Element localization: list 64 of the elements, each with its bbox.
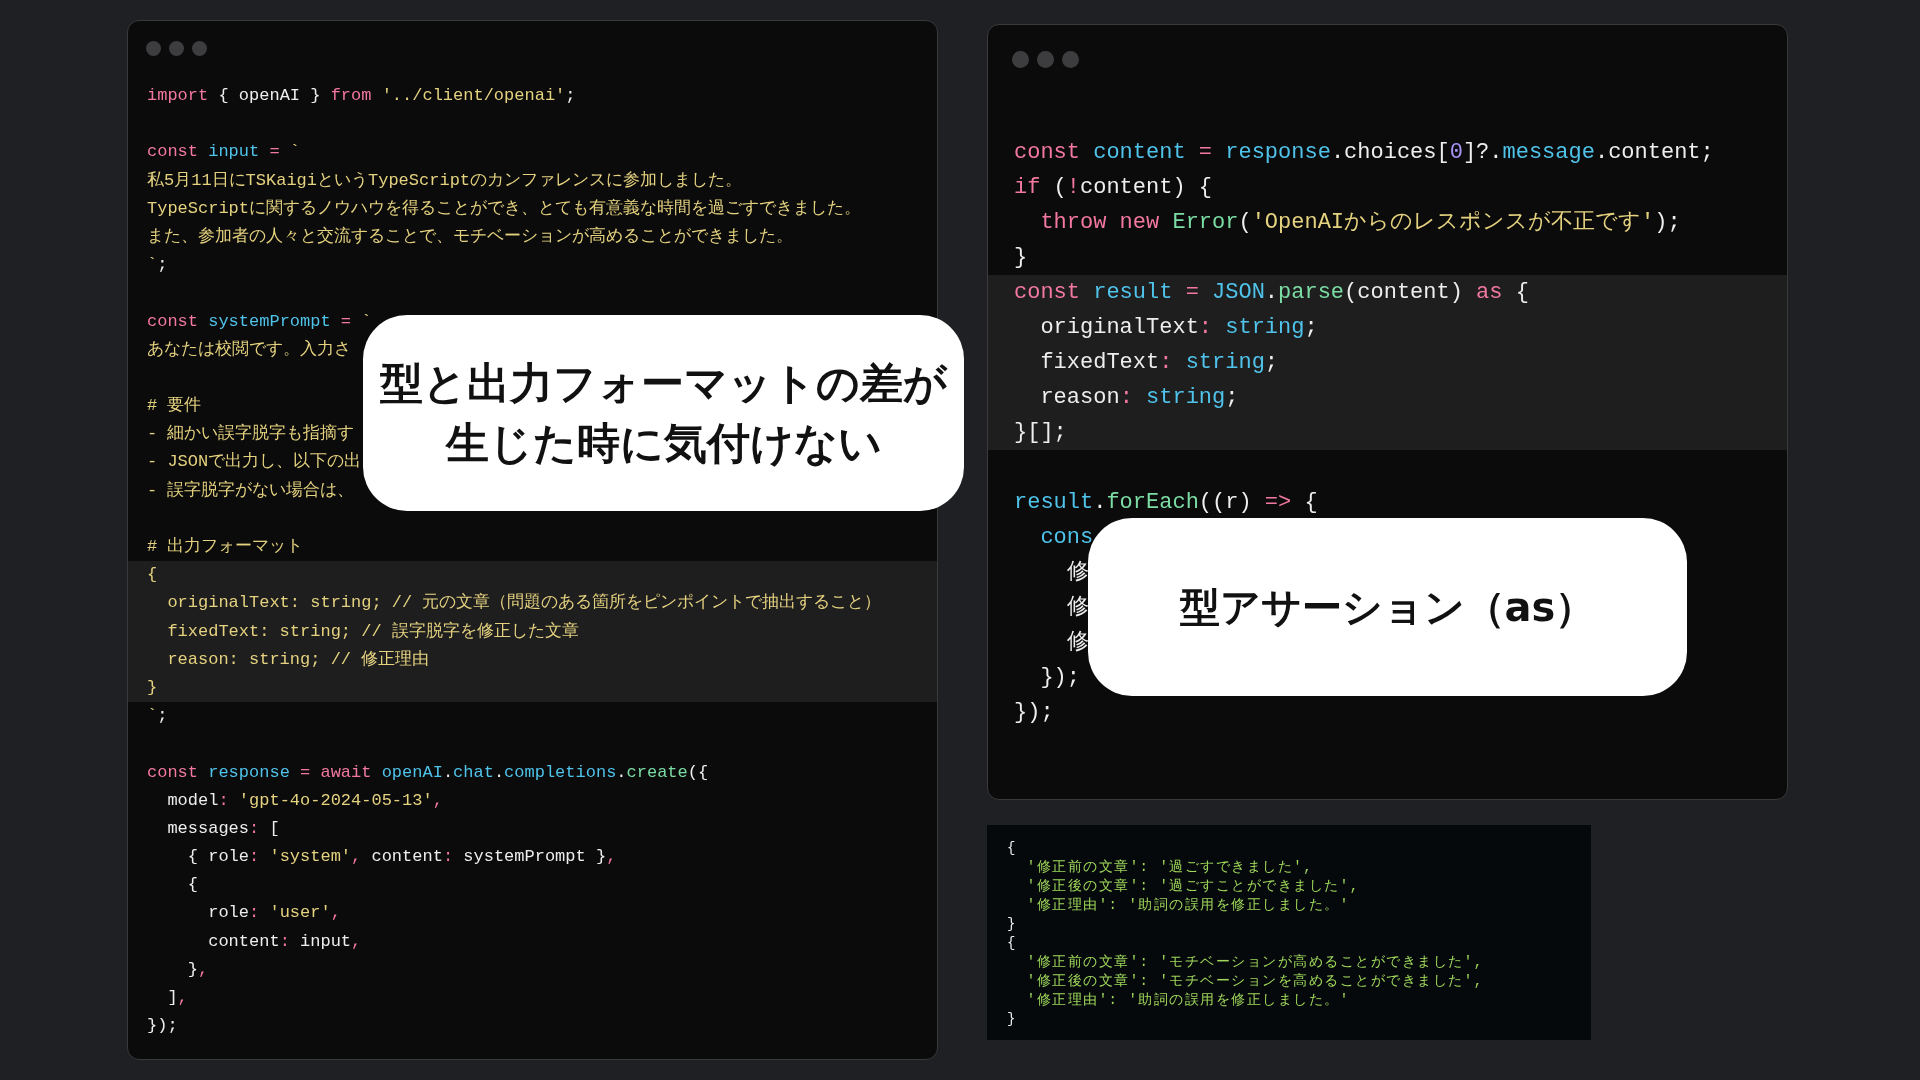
code-line: const result = JSON.parse(content) as { xyxy=(1014,279,1529,307)
code-line: '修正理由': '助詞の誤用を修正しました。' xyxy=(1025,896,1350,915)
code-line: 修 xyxy=(1065,629,1089,657)
code-line: '修正後の文章': '過ごすことができました', xyxy=(1025,877,1360,896)
code-line: { xyxy=(186,874,198,897)
code-line: # 要件 xyxy=(147,395,202,418)
code-line: messages: [ xyxy=(166,817,280,840)
code-line: } xyxy=(1007,915,1017,934)
code-line: } xyxy=(147,676,158,699)
code-line: { role: 'system', content: systemPrompt }, xyxy=(186,846,617,869)
code-line: }); xyxy=(1039,664,1080,692)
window-dot xyxy=(1037,51,1054,68)
code-line: '修正理由': '助詞の誤用を修正しました。' xyxy=(1025,991,1350,1010)
code-line: 私5月11日にTSKaigiというTypeScriptのカンファレンスに参加しました。 xyxy=(147,169,743,192)
code-line: fixedText: string; // 誤字脱字を修正した文章 xyxy=(166,620,579,643)
code-line: '修正後の文章': 'モチベーションを高めることができました', xyxy=(1025,972,1484,991)
code-line: - JSONで出力し、以下の出 xyxy=(147,451,362,474)
code-line: { xyxy=(147,564,158,587)
code-line: 修 xyxy=(1065,594,1089,622)
window-dot xyxy=(146,41,161,56)
code-line: throw new Error('OpenAIからのレスポンスが不正です'); xyxy=(1039,209,1681,237)
code-line: TypeScriptに関するノウハウを得ることができ、とても有意義な時間を過ごすできました。 xyxy=(147,197,862,220)
code-line: また、参加者の人々と交流することで、モチベーションが高めることができました。 xyxy=(147,225,793,248)
code-line: const systemPrompt = ` xyxy=(147,310,372,333)
code-line: `; xyxy=(147,705,168,728)
code-line: 修 xyxy=(1065,559,1089,587)
code-line: } xyxy=(1007,1010,1017,1029)
code-line: result.forEach((r) => { xyxy=(1014,489,1318,517)
code-line: model: 'gpt-4o-2024-05-13', xyxy=(166,789,443,812)
window-dot xyxy=(169,41,184,56)
window-dot xyxy=(1062,51,1079,68)
code-line: - 細かい誤字脱字も指摘す xyxy=(147,422,355,446)
code-line: const response = await openAI.chat.completions.create({ xyxy=(147,761,709,784)
callout-text: 生じた時に気付けない xyxy=(445,417,882,470)
code-line: }[]; xyxy=(1014,419,1067,447)
code-line: '修正前の文章': 'モチベーションが高めることができました', xyxy=(1025,953,1484,972)
code-line: # 出力フォーマット xyxy=(147,536,304,558)
code-line: const content = response.choices[0]?.message.content; xyxy=(1014,139,1714,167)
code-line: reason: string; xyxy=(1039,384,1239,412)
code-line: originalText: string; // 元の文章（問題のある箇所をピンポイントで抽出すること） xyxy=(166,592,882,615)
code-line: ], xyxy=(166,987,188,1009)
code-line: { xyxy=(1007,839,1017,858)
code-line: { xyxy=(1007,934,1017,953)
code-line: role: 'user', xyxy=(207,902,341,925)
code-line: content: input, xyxy=(207,930,362,953)
code-line: }); xyxy=(1014,699,1054,727)
code-line: - 誤字脱字がない場合は、 xyxy=(147,479,355,502)
callout-text: 型と出力フォーマットの差が xyxy=(380,357,947,410)
code-line: const input = ` xyxy=(147,141,301,164)
code-line: if (!content) { xyxy=(1014,174,1213,202)
code-line: import { openAI } from '../client/openai'; xyxy=(147,85,576,107)
code-line: }, xyxy=(186,958,209,981)
code-line: あなたは校閲です。入力さ xyxy=(147,338,351,361)
window-dot xyxy=(192,41,207,56)
code-line: originalText: string; xyxy=(1039,314,1318,342)
code-line: }); xyxy=(147,1015,178,1038)
callout-text: 型アサーション（as） xyxy=(1179,582,1596,632)
code-line: reason: string; // 修正理由 xyxy=(166,648,430,671)
code-line: fixedText: string; xyxy=(1039,349,1279,377)
code-line: } xyxy=(1014,244,1028,272)
code-line: `; xyxy=(147,254,168,277)
code-line: cons xyxy=(1039,524,1094,552)
code-line: '修正前の文章': '過ごすできました', xyxy=(1025,858,1314,877)
window-dot xyxy=(1012,51,1029,68)
